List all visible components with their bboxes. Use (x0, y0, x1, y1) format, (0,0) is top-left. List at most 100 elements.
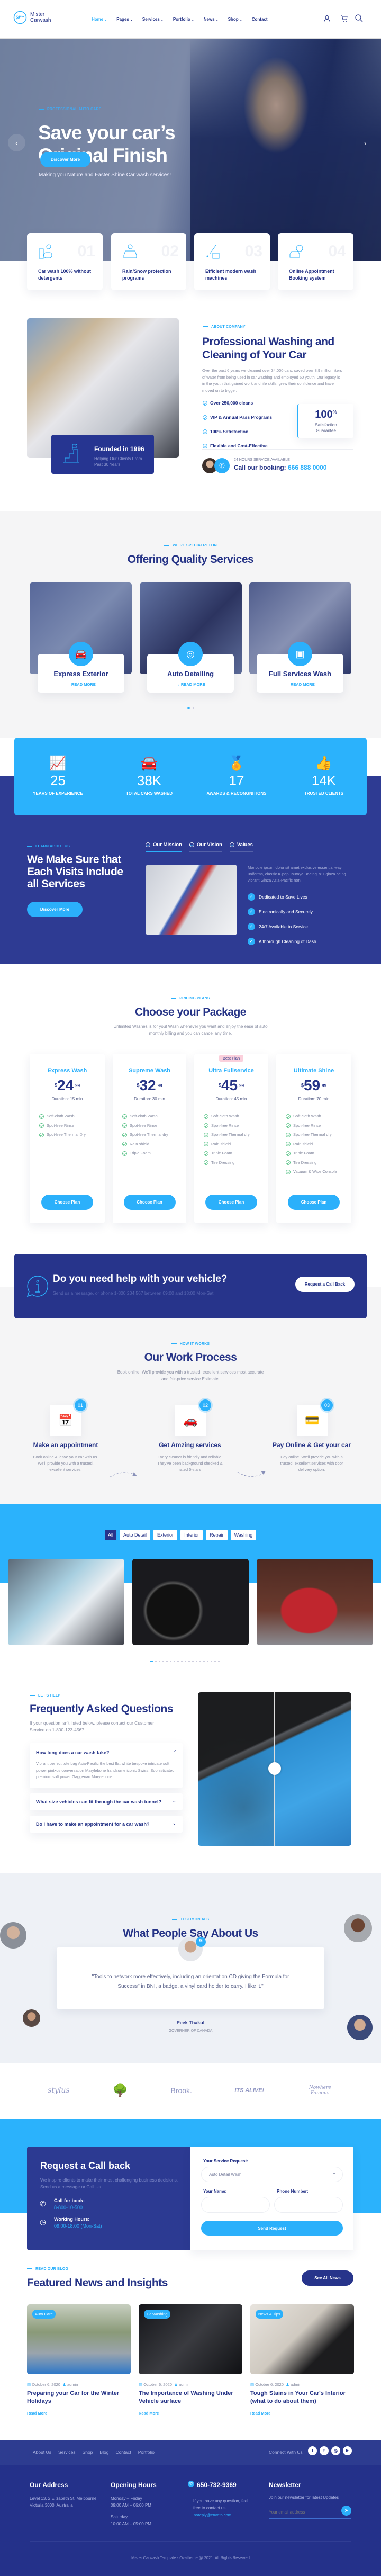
discover-more-button[interactable]: Discover More (40, 152, 90, 167)
choose-plan-button[interactable]: Choose Plan (123, 1195, 176, 1210)
partner-logo-brook[interactable]: Brook. (170, 2086, 192, 2095)
nav-services[interactable]: Services ⌄ (142, 17, 164, 22)
carousel-dot[interactable] (218, 1661, 220, 1662)
instagram-icon[interactable]: ◎ (331, 2446, 340, 2455)
faq-item[interactable]: What size vehicles can fit through the c… (30, 1793, 183, 1810)
choose-plan-button[interactable]: Choose Plan (288, 1195, 340, 1210)
carousel-dot[interactable] (188, 1661, 190, 1662)
carousel-dot[interactable] (185, 1661, 186, 1662)
user-icon[interactable] (323, 15, 331, 22)
carousel-dot[interactable] (174, 1661, 175, 1662)
read-more-link[interactable]: Read More (139, 2411, 159, 2416)
post-title[interactable]: Preparing your Car for the Winter Holida… (27, 2390, 128, 2405)
carousel-dot-active[interactable] (150, 1661, 153, 1662)
service-card[interactable]: ◎ Auto Detailing → Read More (147, 642, 234, 693)
nav-pages[interactable]: Pages ⌄ (116, 17, 133, 22)
call-book-number[interactable]: 8-800-10-500 (54, 2205, 83, 2210)
category-badge[interactable]: News & Tips (256, 2310, 283, 2319)
newsletter-email-input[interactable] (269, 2506, 351, 2519)
footer-link[interactable]: Blog (99, 2449, 108, 2455)
footer-link[interactable]: Contact (115, 2449, 131, 2455)
tab-our-mission[interactable]: Our Mission (146, 842, 182, 852)
footer-link[interactable]: Services (58, 2449, 76, 2455)
prev-slide-button[interactable]: ‹ (8, 134, 25, 151)
post-title[interactable]: The Importance of Washing Under Vehicle … (139, 2390, 239, 2405)
portfolio-image[interactable] (257, 1559, 373, 1645)
faq-item[interactable]: Do I have to make an appointment for a c… (30, 1816, 183, 1833)
service-card[interactable]: 🚘 Express Exterior → Read More (38, 642, 124, 693)
tab-our-vision[interactable]: Our Vision (189, 842, 222, 852)
filter-interior[interactable]: Interior (180, 1530, 203, 1540)
service-card[interactable]: ▣ Full Services Wash → Read More (257, 642, 343, 693)
footer-link[interactable]: Portfolio (138, 2449, 155, 2455)
comparison-handle[interactable] (268, 1762, 281, 1775)
filter-washing[interactable]: Washing (230, 1530, 257, 1540)
carousel-dot[interactable] (159, 1661, 160, 1662)
choose-plan-button[interactable]: Choose Plan (205, 1195, 257, 1210)
partner-logo-stylus[interactable]: stylus (48, 2086, 69, 2095)
service-request-select[interactable]: Auto Detail Wash ▾ (201, 2167, 343, 2182)
nav-news[interactable]: News ⌄ (204, 17, 219, 22)
carousel-dot[interactable] (211, 1661, 212, 1662)
carousel-dot[interactable] (192, 1661, 194, 1662)
name-input[interactable] (201, 2197, 270, 2213)
carousel-dot[interactable] (181, 1661, 183, 1662)
faq-item-open[interactable]: How long does a car wash take? ^ Vibrant… (30, 1743, 183, 1788)
read-more-link[interactable]: → Read More (147, 682, 234, 687)
tab-values[interactable]: Values (229, 842, 253, 852)
carousel-dot[interactable] (166, 1661, 168, 1662)
blog-image[interactable]: Auto Care (27, 2304, 131, 2374)
category-badge[interactable]: Auto Care (32, 2310, 56, 2319)
choose-plan-button[interactable]: Choose Plan (41, 1195, 93, 1210)
filter-all[interactable]: All (105, 1530, 117, 1540)
carousel-dot[interactable] (162, 1661, 164, 1662)
portfolio-image[interactable] (8, 1559, 124, 1645)
facebook-icon[interactable]: f (308, 2446, 317, 2455)
mission-discover-button[interactable]: Discover More (27, 902, 83, 917)
partner-logo-tree[interactable]: 🌳 (112, 2083, 128, 2098)
footer-link[interactable]: About Us (33, 2449, 51, 2455)
filter-exterior[interactable]: Exterior (153, 1530, 178, 1540)
carousel-dot[interactable] (170, 1661, 171, 1662)
nav-portfolio[interactable]: Portfolio ⌄ (173, 17, 194, 22)
read-more-link[interactable]: Read More (250, 2411, 270, 2416)
filter-repair[interactable]: Repair (206, 1530, 228, 1540)
portfolio-image[interactable] (132, 1559, 249, 1645)
carousel-dot[interactable] (203, 1661, 205, 1662)
read-more-link[interactable]: → Read More (38, 682, 124, 687)
phone-input[interactable] (274, 2197, 343, 2213)
youtube-icon[interactable]: ▶ (343, 2446, 352, 2455)
carousel-dot[interactable] (199, 1661, 201, 1662)
twitter-icon[interactable]: t (320, 2446, 329, 2455)
before-after-image[interactable] (198, 1692, 351, 1846)
carousel-dot-active[interactable] (187, 707, 190, 709)
logo[interactable]: Mister Carwash (13, 11, 51, 24)
filter-auto-detail[interactable]: Auto Detail (120, 1530, 151, 1540)
send-newsletter-button[interactable]: ➤ (341, 2506, 351, 2516)
carousel-dot[interactable] (207, 1661, 208, 1662)
footer-phone[interactable]: 650-732-9369 (197, 2481, 237, 2489)
blog-image[interactable]: News & Tips (250, 2304, 354, 2374)
partner-logo-its-alive[interactable]: ITS ALIVE! (234, 2087, 264, 2094)
send-request-button[interactable]: Send Request (201, 2221, 343, 2236)
footer-link[interactable]: Shop (83, 2449, 93, 2455)
nav-contact[interactable]: Contact (252, 17, 268, 22)
carousel-dot[interactable] (177, 1661, 179, 1662)
cart-icon[interactable] (340, 15, 348, 22)
footer-email-link[interactable]: noreply@envato.com (194, 2512, 231, 2517)
carousel-dot[interactable] (193, 707, 194, 709)
nav-home[interactable]: Home ⌄ (92, 17, 107, 22)
partner-logo-nowhere-famous[interactable]: Nowhere Famous (307, 2085, 333, 2096)
request-call-back-button[interactable]: Request a Call Back (295, 1277, 355, 1292)
carousel-dot[interactable] (196, 1661, 197, 1662)
blog-image[interactable]: Carwashing (139, 2304, 242, 2374)
see-all-news-button[interactable]: See All News (302, 2270, 353, 2286)
carousel-dot[interactable] (214, 1661, 216, 1662)
booking-phone-link[interactable]: 666 888 0000 (288, 464, 326, 471)
nav-shop[interactable]: Shop ⌄ (228, 17, 242, 22)
search-icon[interactable] (355, 14, 363, 22)
category-badge[interactable]: Carwashing (144, 2310, 170, 2319)
carousel-dot[interactable] (155, 1661, 157, 1662)
next-slide-button[interactable]: › (360, 134, 370, 151)
read-more-link[interactable]: Read More (27, 2411, 47, 2416)
